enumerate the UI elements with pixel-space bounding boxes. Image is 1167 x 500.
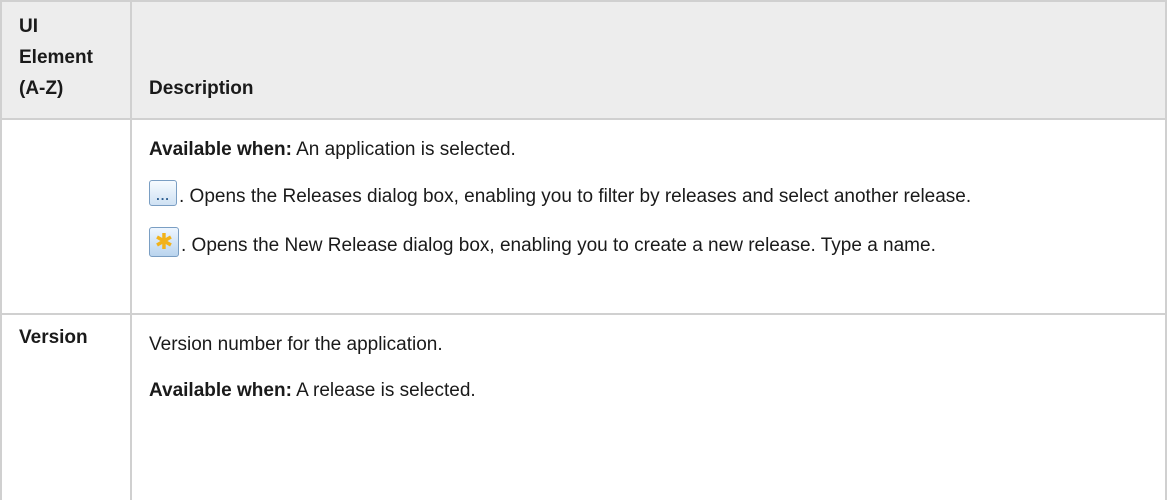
browse-releases-note: .... Opens the Releases dialog box, enab…	[149, 180, 1148, 212]
header-ui-element: UI Element (A-Z)	[0, 0, 132, 120]
table-row: Available when: An application is select…	[0, 118, 1167, 314]
new-release-text: . Opens the New Release dialog box, enab…	[181, 235, 936, 256]
availability-note: Available when: An application is select…	[149, 134, 1148, 165]
available-when-text: An application is selected.	[291, 139, 516, 160]
available-when-label: Available when:	[149, 380, 292, 401]
new-release-star-icon: ✱	[149, 227, 179, 257]
available-when-text: A release is selected.	[291, 380, 476, 401]
element-name-cell: Version	[0, 313, 132, 500]
table-header-row: UI Element (A-Z) Description	[0, 0, 1167, 120]
new-release-note: ✱. Opens the New Release dialog box, ena…	[149, 227, 1148, 261]
header-description: Description	[130, 0, 1167, 120]
browse-releases-text: . Opens the Releases dialog box, enablin…	[179, 186, 972, 207]
ellipsis-browse-icon: ...	[149, 180, 177, 206]
element-name-cell	[0, 118, 132, 314]
availability-note: Available when: A release is selected.	[149, 375, 1148, 406]
ui-elements-table: UI Element (A-Z) Description Available w…	[0, 0, 1167, 500]
description-cell: Available when: An application is select…	[130, 118, 1167, 314]
available-when-label: Available when:	[149, 139, 292, 160]
table-row: Version Version number for the applicati…	[0, 313, 1167, 500]
version-description: Version number for the application.	[149, 334, 443, 355]
description-cell: Version number for the application. Avai…	[130, 313, 1167, 500]
